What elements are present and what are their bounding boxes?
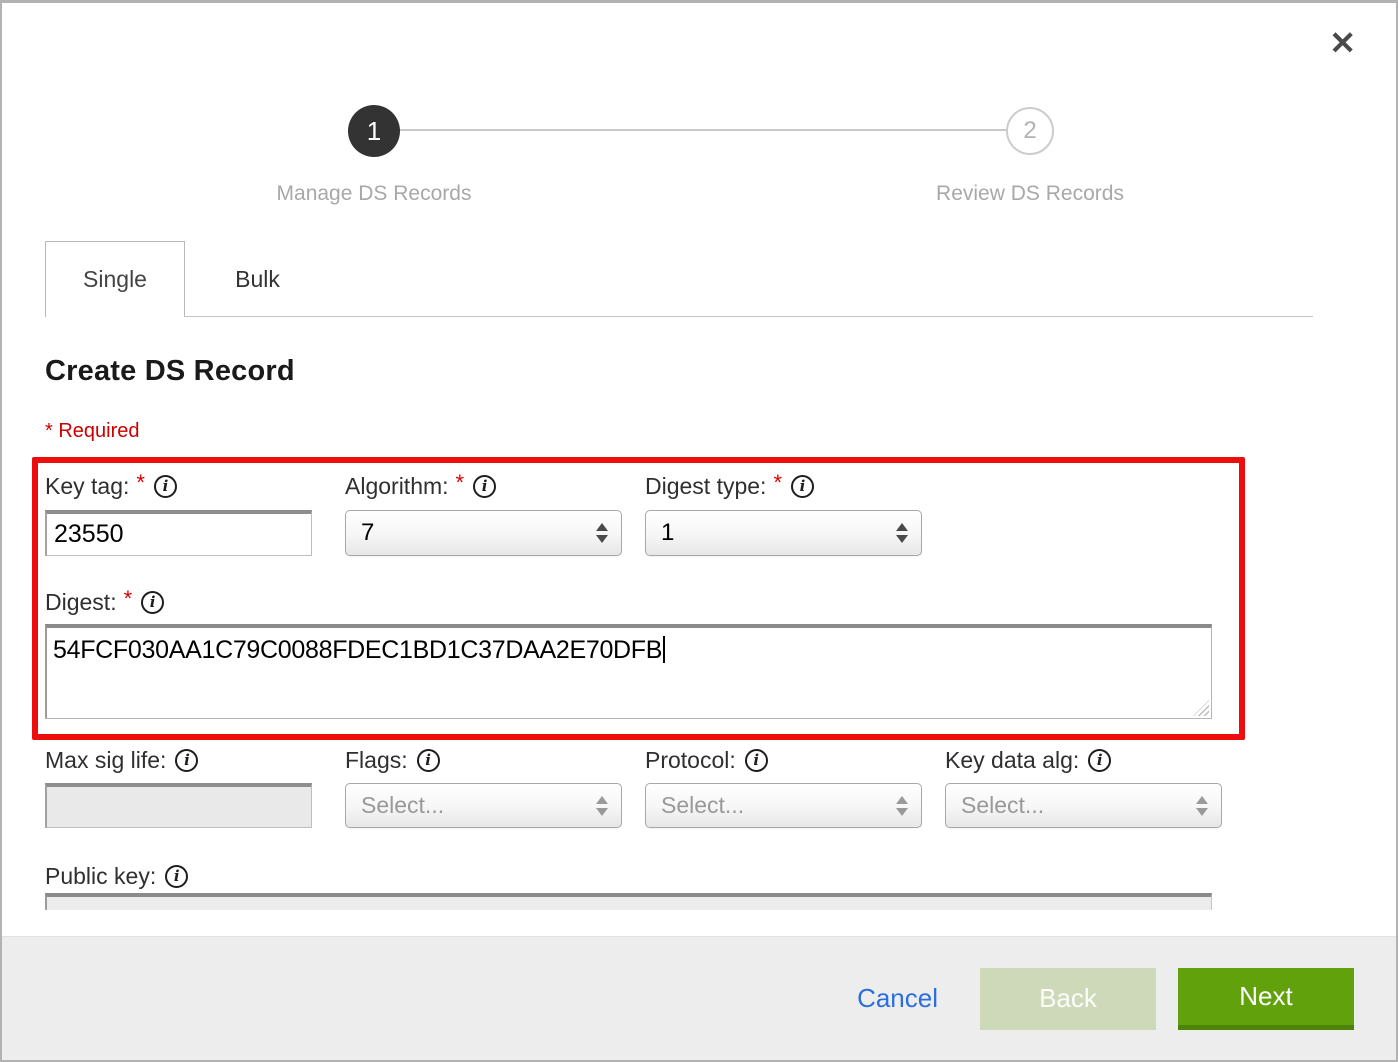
algorithm-label-text: Algorithm:: [345, 473, 449, 500]
protocol-label: Protocol:: [645, 745, 768, 775]
info-icon[interactable]: [154, 475, 177, 498]
tab-bulk-label: Bulk: [235, 266, 280, 293]
digest-label-text: Digest:: [45, 589, 117, 616]
select-arrows-icon: [596, 796, 608, 816]
flags-select[interactable]: Select...: [345, 783, 622, 828]
info-icon[interactable]: [745, 749, 768, 772]
key-tag-value: 23550: [54, 520, 124, 549]
page-title: Create DS Record: [45, 355, 295, 388]
public-key-label: Public key:: [45, 861, 188, 891]
protocol-select[interactable]: Select...: [645, 783, 922, 828]
algorithm-value: 7: [361, 519, 374, 547]
required-asterisk: *: [456, 470, 465, 496]
protocol-label-text: Protocol:: [645, 747, 736, 774]
key-data-alg-value: Select...: [961, 792, 1044, 819]
info-icon[interactable]: [1088, 749, 1111, 772]
tab-single[interactable]: Single: [45, 241, 185, 317]
next-button-label: Next: [1239, 981, 1292, 1012]
key-data-alg-select[interactable]: Select...: [945, 783, 1222, 828]
digest-label: Digest: *: [45, 587, 164, 617]
digest-type-value: 1: [661, 519, 674, 547]
algorithm-label: Algorithm: *: [345, 471, 496, 501]
digest-type-label-text: Digest type:: [645, 473, 766, 500]
key-data-alg-label: Key data alg:: [945, 745, 1111, 775]
info-icon[interactable]: [417, 749, 440, 772]
tab-divider-line: [185, 316, 1313, 317]
required-asterisk: *: [136, 470, 145, 496]
select-arrows-icon: [896, 523, 908, 543]
public-key-textarea[interactable]: [45, 893, 1212, 910]
close-icon[interactable]: ✕: [1329, 27, 1356, 59]
step-1-number: 1: [367, 116, 381, 147]
key-tag-label-text: Key tag:: [45, 473, 129, 500]
digest-textarea[interactable]: 54FCF030AA1C79C0088FDEC1BD1C37DAA2E70DFB: [45, 624, 1212, 719]
max-sig-life-input[interactable]: [45, 783, 312, 828]
step-2-number: 2: [1023, 117, 1036, 145]
stepper-connector-line: [374, 129, 1030, 131]
max-sig-life-label-text: Max sig life:: [45, 747, 166, 774]
info-icon[interactable]: [141, 591, 164, 614]
required-note: * Required: [45, 420, 140, 443]
info-icon[interactable]: [165, 865, 188, 888]
step-2-indicator: 2: [1006, 107, 1054, 155]
digest-type-select[interactable]: 1: [645, 510, 922, 556]
flags-value: Select...: [361, 792, 444, 819]
algorithm-select[interactable]: 7: [345, 510, 622, 556]
info-icon[interactable]: [791, 475, 814, 498]
back-button-label: Back: [1039, 983, 1097, 1014]
step-1-indicator: 1: [348, 105, 400, 157]
tab-bulk[interactable]: Bulk: [185, 242, 330, 316]
protocol-value: Select...: [661, 792, 744, 819]
select-arrows-icon: [596, 523, 608, 543]
select-arrows-icon: [1196, 796, 1208, 816]
select-arrows-icon: [896, 796, 908, 816]
flags-label-text: Flags:: [345, 747, 408, 774]
info-icon[interactable]: [473, 475, 496, 498]
key-tag-label: Key tag: *: [45, 471, 177, 501]
info-icon[interactable]: [175, 749, 198, 772]
back-button[interactable]: Back: [980, 968, 1156, 1030]
text-cursor: [663, 636, 665, 663]
next-button[interactable]: Next: [1178, 968, 1354, 1030]
flags-label: Flags:: [345, 745, 440, 775]
step-1-label: Manage DS Records: [214, 182, 534, 206]
max-sig-life-label: Max sig life:: [45, 745, 198, 775]
modal-footer: Cancel Back Next: [2, 936, 1396, 1060]
public-key-label-text: Public key:: [45, 863, 156, 890]
resize-handle[interactable]: [1193, 700, 1209, 716]
create-ds-record-modal: ✕ 1 2 Manage DS Records Review DS Record…: [0, 0, 1398, 1062]
key-data-alg-label-text: Key data alg:: [945, 747, 1079, 774]
tab-single-label: Single: [83, 266, 147, 293]
digest-value: 54FCF030AA1C79C0088FDEC1BD1C37DAA2E70DFB: [53, 636, 662, 664]
digest-type-label: Digest type: *: [645, 471, 814, 501]
step-2-label: Review DS Records: [870, 182, 1190, 206]
required-asterisk: *: [124, 586, 133, 612]
key-tag-input[interactable]: 23550: [45, 510, 312, 556]
cancel-button[interactable]: Cancel: [857, 983, 938, 1014]
required-asterisk: *: [773, 470, 782, 496]
